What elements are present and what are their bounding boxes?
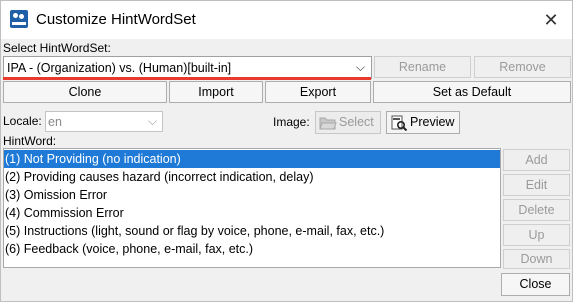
- clone-button[interactable]: Clone: [3, 81, 167, 103]
- delete-button[interactable]: Delete: [503, 199, 570, 221]
- select-image-button[interactable]: Select: [315, 111, 381, 134]
- edit-button[interactable]: Edit: [503, 174, 570, 196]
- locale-dropdown[interactable]: en ⌵: [45, 111, 163, 132]
- locale-label: Locale:: [3, 114, 42, 128]
- chevron-down-icon: ⌵: [355, 60, 365, 74]
- select-image-label: Select: [339, 115, 374, 129]
- window-title: Customize HintWordSet: [36, 11, 196, 28]
- export-button[interactable]: Export: [265, 81, 371, 103]
- set-as-default-button[interactable]: Set as Default: [373, 81, 571, 103]
- preview-image-label: Preview: [410, 115, 455, 129]
- select-hintwordset-label: Select HintWordSet:: [3, 41, 111, 55]
- folder-icon: [319, 117, 337, 130]
- down-button[interactable]: Down: [503, 249, 570, 269]
- image-label: Image:: [273, 115, 310, 129]
- dialog-window: Customize HintWordSet ✕ Select HintWordS…: [0, 0, 573, 302]
- hintword-list[interactable]: (1) Not Providing (no indication) (2) Pr…: [3, 148, 501, 268]
- chevron-down-icon: ⌵: [147, 114, 157, 128]
- list-item[interactable]: (5) Instructions (light, sound or flag b…: [4, 222, 500, 240]
- preview-image-button[interactable]: Preview: [386, 111, 460, 134]
- title-bar: Customize HintWordSet ✕: [1, 1, 572, 39]
- close-button[interactable]: Close: [501, 273, 570, 296]
- hintwordset-dropdown[interactable]: IPA - (Organization) vs. (Human)[built-i…: [3, 56, 372, 79]
- locale-dropdown-value: en: [48, 115, 62, 129]
- close-window-icon[interactable]: ✕: [536, 6, 566, 34]
- rename-button[interactable]: Rename: [374, 56, 471, 78]
- preview-icon: [391, 115, 408, 131]
- hintwordset-dropdown-value: IPA - (Organization) vs. (Human)[built-i…: [7, 61, 232, 75]
- import-button[interactable]: Import: [169, 81, 263, 103]
- hintword-label: HintWord:: [3, 134, 57, 148]
- highlight-underline: [3, 77, 371, 80]
- up-button[interactable]: Up: [503, 224, 570, 246]
- add-button[interactable]: Add: [503, 149, 570, 171]
- list-item[interactable]: (4) Commission Error: [4, 204, 500, 222]
- list-item[interactable]: (2) Providing causes hazard (incorrect i…: [4, 168, 500, 186]
- list-item[interactable]: (3) Omission Error: [4, 186, 500, 204]
- list-item[interactable]: (1) Not Providing (no indication): [4, 150, 500, 168]
- list-item[interactable]: (6) Feedback (voice, phone, e-mail, fax,…: [4, 240, 500, 258]
- app-icon: [10, 10, 28, 28]
- remove-button[interactable]: Remove: [474, 56, 571, 78]
